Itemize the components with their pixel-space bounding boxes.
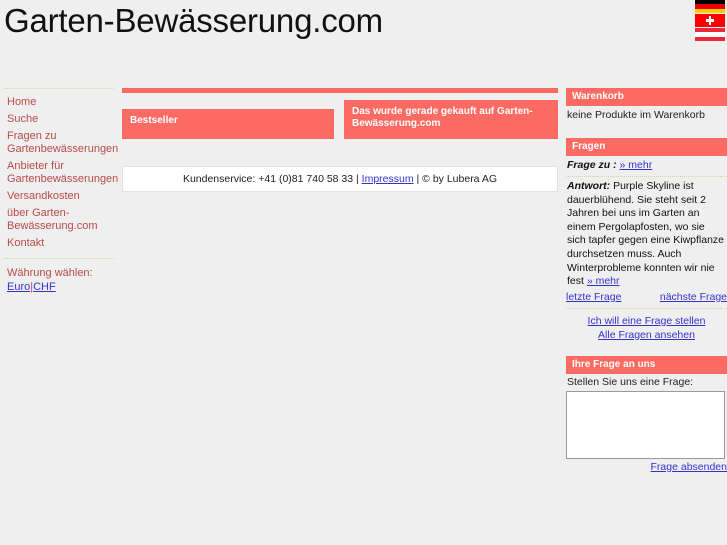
sidebar-navigation: Home Suche Fragen zu Gartenbewässerungen… xyxy=(0,88,118,296)
sidebar-item-fragen[interactable]: Fragen zu Gartenbewässerungen xyxy=(0,128,118,158)
question-action-links: Ich will eine Frage stellen Alle Fragen … xyxy=(566,312,727,342)
ask-form-prompt: Stellen Sie uns eine Frage: xyxy=(567,375,694,388)
language-flag-list xyxy=(695,0,727,42)
question-subject-line: Frage zu : » mehr xyxy=(566,156,727,173)
promo-panel-row: Bestseller Das wurde gerade gekauft auf … xyxy=(122,100,558,143)
ask-form-title: Ihre Frage an uns xyxy=(566,355,727,374)
question-pager: letzte Frage nächste Frage xyxy=(566,291,727,305)
answer-label: Antwort: xyxy=(567,180,611,192)
cart-box-body: keine Produkte im Warenkorb xyxy=(567,109,705,121)
previous-question-link[interactable]: letzte Frage xyxy=(566,291,621,303)
pager-divider xyxy=(566,307,727,309)
view-all-questions-link[interactable]: Alle Fragen ansehen xyxy=(566,328,727,342)
question-subject-more-link[interactable]: » mehr xyxy=(620,159,653,171)
copyright-text: | © by Lubera AG xyxy=(413,173,498,185)
main-content: Bestseller Das wurde gerade gekauft auf … xyxy=(122,88,558,192)
bestseller-panel-header[interactable]: Bestseller xyxy=(122,109,334,139)
currency-option-chf[interactable]: CHF xyxy=(33,281,56,293)
flag-austria-icon[interactable] xyxy=(695,28,725,41)
just-bought-panel-header[interactable]: Das wurde gerade gekauft auf Garten-Bewä… xyxy=(344,100,558,139)
page-header: Garten-Bewässerung.com xyxy=(0,0,727,48)
answer-text-block: Antwort: Purple Skyline ist dauerblühend… xyxy=(566,180,727,289)
currency-label: Währung wählen: xyxy=(7,267,93,279)
sidebar-item-versandkosten[interactable]: Versandkosten xyxy=(0,188,118,205)
flag-switzerland-icon[interactable] xyxy=(695,14,725,27)
question-subject-label: Frage zu : xyxy=(567,159,617,171)
accent-rule xyxy=(122,88,558,93)
flag-germany-icon[interactable] xyxy=(695,0,725,13)
question-textarea[interactable] xyxy=(566,390,725,459)
answer-more-link[interactable]: » mehr xyxy=(587,275,620,287)
sidebar-divider-top xyxy=(4,88,114,89)
right-sidebar: Warenkorb keine Produkte im Warenkorb Fr… xyxy=(566,88,727,473)
next-question-link[interactable]: nächste Frage xyxy=(660,291,727,303)
ask-question-link[interactable]: Ich will eine Frage stellen xyxy=(566,314,727,328)
customer-service-text: Kundenservice: +41 (0)81 740 58 33 | xyxy=(182,173,362,185)
sidebar-divider-bottom xyxy=(4,258,114,259)
sidebar-item-anbieter[interactable]: Anbieter für Gartenbewässerungen xyxy=(0,158,118,188)
question-divider xyxy=(566,176,727,177)
sidebar-item-home[interactable]: Home xyxy=(0,94,118,111)
answer-text: Purple Skyline ist dauerblühend. Sie ste… xyxy=(567,180,725,288)
submit-question-link[interactable]: Frage absenden xyxy=(651,461,727,473)
currency-selector: Währung wählen: Euro|CHF xyxy=(0,264,118,296)
sidebar-item-suche[interactable]: Suche xyxy=(0,111,118,128)
sidebar-item-kontakt[interactable]: Kontakt xyxy=(0,235,118,252)
sidebar-item-ueber-uns[interactable]: über Garten-Bewässerung.com xyxy=(0,205,118,235)
site-title: Garten-Bewässerung.com xyxy=(4,2,383,39)
currency-option-euro[interactable]: Euro xyxy=(7,281,30,293)
ask-form-submit-row: Frage absenden xyxy=(566,459,727,473)
footer-bar: Kundenservice: +41 (0)81 740 58 33 | Imp… xyxy=(122,166,558,192)
impressum-link[interactable]: Impressum xyxy=(362,173,414,185)
cart-box-title: Warenkorb xyxy=(566,88,727,106)
questions-box-title: Fragen xyxy=(566,138,727,156)
